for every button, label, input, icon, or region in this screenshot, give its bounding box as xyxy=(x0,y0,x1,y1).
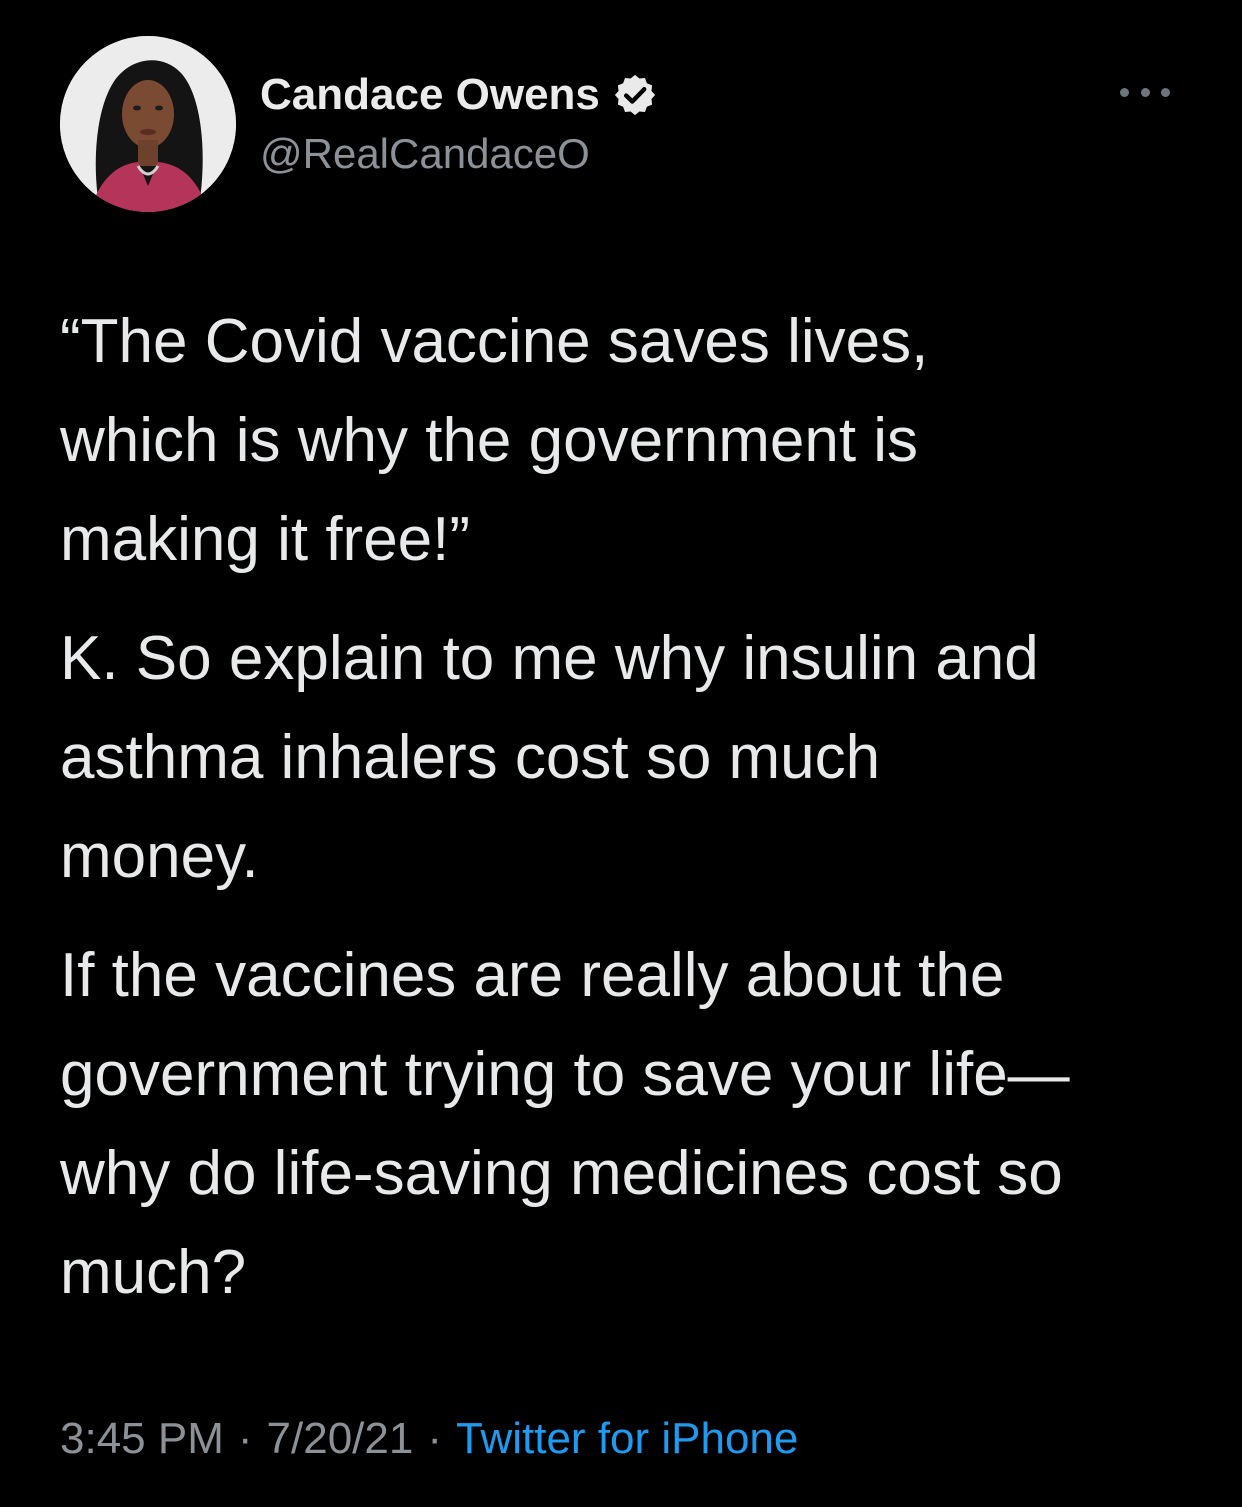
verified-badge-icon xyxy=(612,72,658,118)
tweet-paragraph: K. So explain to me why insulin and asth… xyxy=(60,624,1039,891)
more-dot xyxy=(1161,87,1170,97)
tweet-header: Candace Owens @RealCandaceO xyxy=(60,36,1190,216)
tweet-paragraph: “The Covid vaccine saves lives, which is… xyxy=(60,307,929,574)
avatar[interactable] xyxy=(60,36,236,212)
author-handle[interactable]: @RealCandaceO xyxy=(260,130,658,178)
author-display-name[interactable]: Candace Owens xyxy=(260,70,600,120)
tweet-source-link[interactable]: Twitter for iPhone xyxy=(456,1414,798,1464)
avatar-photo xyxy=(60,36,236,212)
name-row: Candace Owens xyxy=(260,64,658,126)
tweet-paragraph: If the vaccines are really about the gov… xyxy=(60,941,1070,1307)
meta-separator: · xyxy=(427,1414,442,1463)
tweet-time[interactable]: 3:45 PM xyxy=(60,1414,224,1464)
more-dot xyxy=(1140,87,1150,97)
author-info: Candace Owens @RealCandaceO xyxy=(260,64,658,178)
tweet-card: Candace Owens @RealCandaceO “The Covid v… xyxy=(0,0,1242,1507)
tweet-date[interactable]: 7/20/21 xyxy=(267,1414,414,1464)
meta-separator: · xyxy=(237,1414,253,1463)
more-options-icon[interactable] xyxy=(1120,82,1170,102)
tweet-meta: 3:45 PM · 7/20/21 · Twitter for iPhone xyxy=(60,1414,798,1464)
tweet-text: “The Covid vaccine saves lives, which is… xyxy=(60,292,1200,1342)
more-dot xyxy=(1120,87,1129,97)
